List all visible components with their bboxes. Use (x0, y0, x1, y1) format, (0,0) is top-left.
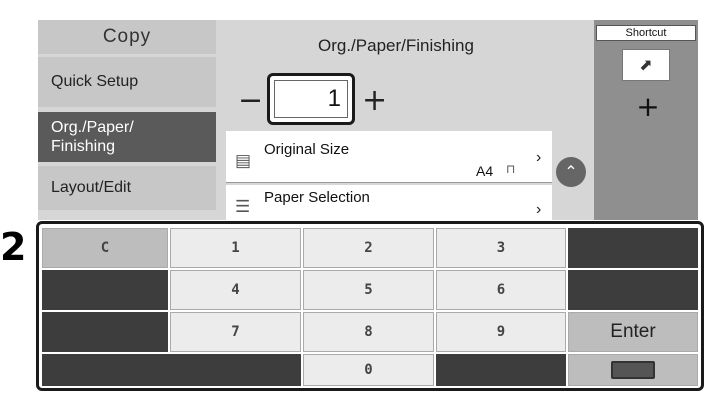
callout-2: 2 (0, 225, 27, 269)
orientation-icon: ⊓ (506, 162, 516, 176)
key-3[interactable]: 3 (436, 228, 566, 268)
enter-key[interactable]: Enter (568, 312, 698, 352)
minus-button[interactable]: − (238, 86, 263, 116)
sidebar-item-quick-setup[interactable]: Quick Setup (38, 57, 216, 107)
key-5[interactable]: 5 (303, 270, 434, 310)
quantity-input[interactable]: 1 (274, 80, 348, 118)
shortcut-button[interactable]: ⬈ (622, 49, 670, 81)
key-0[interactable]: 0 (303, 354, 434, 386)
chevron-up-icon: ⌃ (564, 164, 578, 181)
shortcut-title: Shortcut (596, 25, 696, 41)
keyboard-toggle-key[interactable] (568, 354, 698, 386)
key-2[interactable]: 2 (303, 228, 434, 268)
keypad-blank (436, 354, 566, 386)
original-size-value: A4 (476, 163, 494, 179)
sidebar-item-org-paper-finishing[interactable]: Org./Paper/ Finishing (38, 112, 216, 162)
page-title: Org./Paper/Finishing (318, 36, 474, 55)
plus-button[interactable]: + (362, 86, 387, 116)
keypad-blank (42, 270, 168, 310)
original-size-label: Original Size (264, 141, 350, 158)
key-1[interactable]: 1 (170, 228, 301, 268)
keypad-blank (568, 270, 698, 310)
key-8[interactable]: 8 (303, 312, 434, 352)
original-size-icon: ▤ (235, 151, 252, 170)
key-9[interactable]: 9 (436, 312, 566, 352)
keyboard-icon (611, 361, 655, 379)
key-7[interactable]: 7 (170, 312, 301, 352)
shortcut-arrow-icon: ⬈ (639, 57, 653, 74)
sidebar-title: Copy (38, 20, 216, 54)
add-shortcut-button[interactable]: + (628, 90, 668, 123)
keypad-blank (42, 312, 168, 352)
paper-selection-label: Paper Selection (264, 189, 370, 206)
keypad-blank (42, 354, 301, 386)
key-6[interactable]: 6 (436, 270, 566, 310)
clear-key[interactable]: C (42, 228, 168, 268)
original-size-row[interactable]: ▤ Original Size A4 ⊓ › (226, 131, 552, 183)
chevron-right-icon: › (536, 201, 542, 218)
chevron-right-icon: › (536, 149, 542, 166)
keypad-blank (568, 228, 698, 268)
paper-selection-row[interactable]: ☰ Paper Selection › (226, 185, 552, 220)
key-4[interactable]: 4 (170, 270, 301, 310)
sidebar-item-layout-edit[interactable]: Layout/Edit (38, 166, 216, 210)
paper-selection-icon: ☰ (235, 197, 251, 216)
scroll-up-button[interactable]: ⌃ (556, 157, 586, 187)
